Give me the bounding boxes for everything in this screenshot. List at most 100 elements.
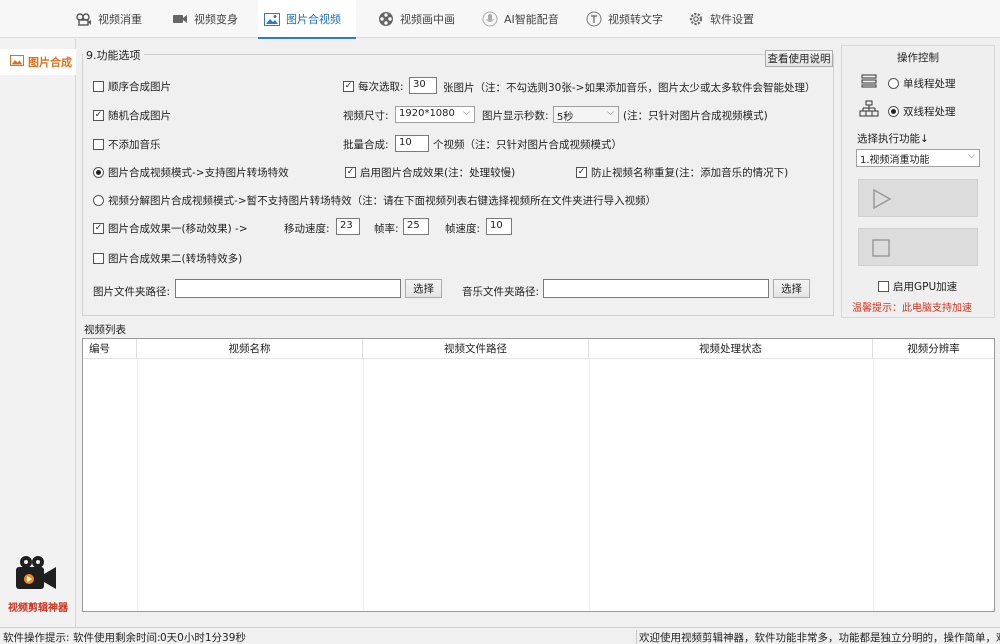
video-list-table[interactable]: 编号 视频名称 视频文件路径 视频处理状态 视频分辨率: [82, 338, 995, 612]
stop-button[interactable]: [858, 228, 978, 266]
tab-ai-voice[interactable]: AI智能配音: [476, 0, 565, 38]
checkbox-label: 启用图片合成效果(注：处理较慢): [360, 167, 516, 179]
column-header-number[interactable]: 编号: [83, 339, 137, 359]
select-value: 1920*1080: [399, 108, 455, 119]
microphone-icon: [482, 11, 498, 27]
column-divider: [873, 359, 874, 611]
tab-image-to-video[interactable]: 图片合视频: [258, 0, 356, 39]
frame-rate-input[interactable]: 25: [403, 218, 429, 235]
radio-circle: [888, 78, 899, 89]
sidebar-item-image-compose[interactable]: 图片合成: [0, 49, 76, 75]
tab-label: 图片合视频: [286, 13, 341, 26]
function-options-legend: 9.功能选项: [83, 47, 144, 63]
mode-split-video-radio[interactable]: 视频分解图片合成视频模式->暂不支持图片转场特效（注：请在下面视频列表右键选择视…: [93, 193, 656, 208]
column-header-resolution[interactable]: 视频分辨率: [873, 339, 994, 359]
checkbox-label: 顺序合成图片: [108, 81, 171, 93]
column-divider: [589, 359, 590, 611]
acceleration-tip: 温馨提示：此电脑支持加速: [852, 303, 972, 314]
checkbox-label: 每次选取:: [358, 81, 404, 93]
start-button[interactable]: [858, 179, 978, 217]
film-reel-icon: [378, 11, 394, 27]
image-icon: [264, 11, 280, 27]
effect-two-checkbox[interactable]: 图片合成效果二(转场特效多): [93, 251, 242, 266]
gpu-acceleration-checkbox[interactable]: 启用GPU加速: [878, 279, 957, 294]
radio-circle: [93, 167, 104, 178]
radio-label: 图片合成视频模式->支持图片转场特效: [108, 167, 289, 179]
no-music-checkbox[interactable]: 不添加音乐: [93, 137, 161, 152]
batch-input[interactable]: 10: [395, 135, 429, 152]
video-size-select[interactable]: 1920*1080 ⌵: [395, 106, 475, 123]
enable-effect-checkbox[interactable]: ✓ 启用图片合成效果(注：处理较慢): [345, 165, 515, 180]
random-compose-checkbox[interactable]: ✓ 随机合成图片: [93, 108, 171, 123]
checkbox-label: 防止视频名称重复(注：添加音乐的情况下): [591, 167, 789, 179]
checkbox-box: ✓: [93, 110, 104, 121]
checkbox-label: 图片合成效果二(转场特效多): [108, 253, 243, 265]
checkbox-label: 图片合成效果一(移动效果) ->: [108, 223, 248, 235]
tab-settings[interactable]: 软件设置: [682, 0, 760, 38]
prevent-duplicate-checkbox[interactable]: ✓ 防止视频名称重复(注：添加音乐的情况下): [576, 165, 788, 180]
play-icon: [871, 188, 893, 213]
select-function-label: 选择执行功能↓: [857, 133, 929, 145]
radio-label: 单线程处理: [903, 78, 956, 90]
batch-label: 批量合成:: [343, 139, 389, 151]
camera-icon: [172, 11, 188, 27]
checkbox-label: 随机合成图片: [108, 110, 171, 122]
checkbox-box: ✓: [345, 167, 356, 178]
move-speed-input[interactable]: 23: [336, 218, 360, 235]
move-speed-label: 移动速度:: [284, 223, 330, 235]
status-hint-label: 软件操作提示:: [3, 632, 70, 644]
video-list-legend: 视频列表: [84, 324, 126, 336]
column-header-status[interactable]: 视频处理状态: [589, 339, 873, 359]
operation-control-panel: 操作控制 单线程处理 双线程处理 选择执行功能↓ 1.视频消重功能 ⌵ 启用GP…: [841, 45, 995, 318]
column-header-path[interactable]: 视频文件路径: [363, 339, 589, 359]
status-bar: 软件操作提示: 软件使用剩余时间: 0天0小时1分39秒 欢迎使用视频剪辑神器，…: [0, 627, 1000, 644]
single-thread-radio[interactable]: 单线程处理: [888, 76, 956, 91]
tab-label: AI智能配音: [504, 13, 559, 26]
chevron-down-icon: ⌵: [968, 151, 975, 161]
column-header-name[interactable]: 视频名称: [137, 339, 363, 359]
help-button[interactable]: 查看使用说明: [765, 50, 833, 67]
checkbox-label: 不添加音乐: [108, 139, 161, 151]
control-title: 操作控制: [897, 52, 939, 64]
tab-picture-in-picture[interactable]: 视频画中画: [372, 0, 461, 38]
image-icon: [10, 55, 24, 69]
function-select[interactable]: 1.视频消重功能 ⌵: [856, 149, 980, 167]
checkbox-box: ✓: [93, 223, 104, 234]
image-folder-select-button[interactable]: 选择: [405, 279, 442, 298]
mode-image-to-video-radio[interactable]: 图片合成视频模式->支持图片转场特效: [93, 165, 289, 180]
column-divider: [363, 359, 364, 611]
image-folder-input[interactable]: [175, 279, 401, 298]
gear-icon: [688, 11, 704, 27]
multi-thread-radio[interactable]: 双线程处理: [888, 104, 956, 119]
select-value: 1.视频消重功能: [860, 155, 930, 166]
music-folder-input[interactable]: [543, 279, 769, 298]
welcome-marquee: 欢迎使用视频剪辑神器，软件功能非常多，功能都是独立分明的，操作简单，欢迎您: [636, 630, 1000, 644]
list-icon: [861, 74, 877, 91]
per-pick-note: 张图片（注：不勾选则30张->如果添加音乐，图片太少或太多软件会智能处理）: [443, 82, 816, 94]
radio-label: 双线程处理: [903, 106, 956, 118]
video-size-label: 视频尺寸:: [343, 110, 389, 122]
tab-video-dedupe[interactable]: 视频消重: [70, 0, 148, 38]
per-pick-checkbox[interactable]: ✓ 每次选取:: [343, 79, 404, 94]
tab-label: 视频画中画: [400, 13, 455, 26]
music-folder-select-button[interactable]: 选择: [773, 279, 810, 298]
tab-video-to-text[interactable]: 视频转文字: [580, 0, 669, 38]
app-logo-icon: [14, 553, 60, 593]
video-dedupe-icon: [76, 11, 92, 27]
text-t-icon: [586, 11, 602, 27]
radio-circle: [888, 106, 899, 117]
tab-video-transform[interactable]: 视频变身: [166, 0, 244, 38]
sidebar-item-label: 图片合成: [28, 56, 72, 69]
checkbox-box: [93, 81, 104, 92]
sequential-compose-checkbox[interactable]: 顺序合成图片: [93, 79, 171, 94]
display-seconds-select[interactable]: 5秒 ⌵: [553, 106, 619, 123]
left-sidebar: 图片合成 视频剪辑神器: [0, 39, 76, 627]
network-tree-icon: [859, 100, 879, 121]
frame-rate-label: 帧率:: [374, 223, 399, 235]
tab-label: 软件设置: [710, 13, 754, 26]
frame-speed-input[interactable]: 10: [486, 218, 512, 235]
effect-one-checkbox[interactable]: ✓ 图片合成效果一(移动效果) ->: [93, 221, 248, 236]
checkbox-label: 启用GPU加速: [893, 281, 958, 293]
app-name: 视频剪辑神器: [8, 603, 68, 614]
per-pick-input[interactable]: 30: [409, 77, 437, 94]
